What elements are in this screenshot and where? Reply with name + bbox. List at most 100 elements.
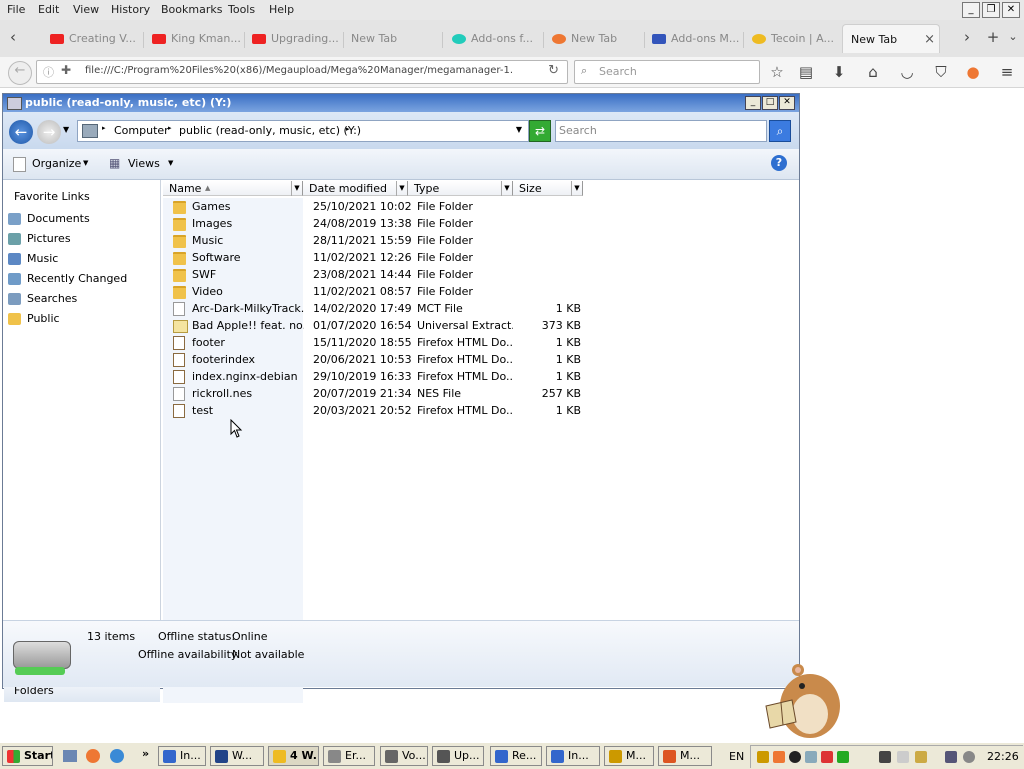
column-size[interactable]: Size ▼ <box>513 181 583 196</box>
tray-app-icon[interactable] <box>837 751 849 763</box>
taskbar-button[interactable]: Up... <box>432 746 484 766</box>
browser-search-box[interactable]: ⌕ Search <box>574 60 760 84</box>
hamburger-menu-icon[interactable]: ≡ <box>998 63 1016 81</box>
refresh-icon[interactable]: ⇄ <box>529 120 551 142</box>
tray-app-icon[interactable] <box>821 751 833 763</box>
back-arrow-icon[interactable]: ← <box>8 61 32 85</box>
taskbar-button[interactable]: Re... <box>490 746 542 766</box>
file-row[interactable]: Video 11/02/2021 08:57 File Folder <box>163 283 583 300</box>
new-tab-icon[interactable]: + <box>984 28 1002 46</box>
tab-tecoin[interactable]: Tecoin | A... <box>752 24 838 53</box>
home-icon[interactable]: ⌂ <box>864 63 882 81</box>
firefox-icon[interactable]: ● <box>964 63 982 81</box>
history-dropdown-icon[interactable]: ▼ <box>63 125 69 134</box>
language-indicator[interactable]: EN <box>729 750 744 763</box>
file-row[interactable]: Arc-Dark-MilkyTrack... 14/02/2020 17:49 MC… <box>163 300 583 317</box>
url-text[interactable]: file:///C:/Program%20Files%20(x86)/Megau… <box>85 65 513 76</box>
tray-app-icon[interactable] <box>897 751 909 763</box>
show-desktop-icon[interactable] <box>63 750 77 762</box>
pocket-icon[interactable]: ◡ <box>898 63 916 81</box>
start-button[interactable]: Start <box>2 746 53 766</box>
chevron-down-icon[interactable]: ▼ <box>501 181 512 196</box>
file-row[interactable]: footer 15/11/2020 18:55 Firefox HTML Do...… <box>163 334 583 351</box>
menu-file[interactable]: File <box>7 3 25 16</box>
bookmarks-list-icon[interactable]: ▤ <box>797 63 815 81</box>
ie-quicklaunch-icon[interactable] <box>110 749 124 763</box>
taskbar-button[interactable]: Er... <box>323 746 375 766</box>
file-row[interactable]: Images 24/08/2019 13:38 File Folder <box>163 215 583 232</box>
restore-button[interactable]: ❐ <box>982 2 1000 18</box>
taskbar-button[interactable]: Vo... <box>380 746 428 766</box>
tray-app-icon[interactable] <box>915 751 927 763</box>
taskbar-button[interactable]: M... <box>604 746 654 766</box>
file-row[interactable]: rickroll.nes 20/07/2019 21:34 NES File 257 … <box>163 385 583 402</box>
quicklaunch-overflow-icon[interactable]: » <box>142 747 149 760</box>
file-row[interactable]: Software 11/02/2021 12:26 File Folder <box>163 249 583 266</box>
taskbar-button[interactable]: In... <box>158 746 206 766</box>
taskbar-button[interactable]: M... <box>658 746 712 766</box>
tab-scroll-right-icon[interactable]: › <box>958 28 976 46</box>
clock[interactable]: 22:26 <box>987 750 1019 763</box>
ublock-icon[interactable]: ⛉ <box>932 63 950 81</box>
reload-icon[interactable]: ↻ <box>548 63 559 78</box>
network-icon[interactable] <box>945 751 957 763</box>
fav-documents[interactable]: Documents <box>8 212 90 225</box>
tray-app-icon[interactable] <box>805 751 817 763</box>
breadcrumb[interactable]: ▸ Computer ▸ public (read-only, music, e… <box>77 120 529 142</box>
search-icon[interactable]: ⌕ <box>769 120 791 142</box>
chevron-down-icon[interactable]: ▼ <box>168 159 173 167</box>
chevron-down-icon[interactable]: ▼ <box>291 181 302 196</box>
column-date-modified[interactable]: Date modified ▼ <box>303 181 408 196</box>
menu-edit[interactable]: Edit <box>38 3 59 16</box>
column-name[interactable]: Name ▲ ▼ <box>163 181 303 196</box>
tab-list-icon[interactable]: ⌄ <box>1004 28 1022 46</box>
explorer-search-input[interactable]: Search <box>555 120 767 142</box>
fav-music[interactable]: Music <box>8 252 58 265</box>
taskbar-button[interactable]: In... <box>546 746 600 766</box>
bookmark-star-icon[interactable]: ☆ <box>768 63 786 81</box>
taskbar-button[interactable]: 4 W... <box>268 746 319 766</box>
volume-icon[interactable] <box>963 751 975 763</box>
tab-king-kman[interactable]: King Kman... <box>152 24 240 53</box>
tab-close-icon[interactable]: × <box>924 32 935 47</box>
fav-public[interactable]: Public <box>8 312 60 325</box>
explorer-maximize-button[interactable]: □ <box>762 96 778 110</box>
help-icon[interactable]: ? <box>771 155 787 171</box>
fav-recently-changed[interactable]: Recently Changed <box>8 272 127 285</box>
tray-app-icon[interactable] <box>879 751 891 763</box>
tab-addons-m[interactable]: Add-ons M... <box>652 24 740 53</box>
download-icon[interactable]: ⬇ <box>830 63 848 81</box>
explorer-back-icon[interactable]: ← <box>9 120 33 144</box>
breadcrumb-computer[interactable]: Computer <box>114 124 169 137</box>
tray-app-icon[interactable] <box>773 751 785 763</box>
column-type[interactable]: Type ▼ <box>408 181 513 196</box>
tab-creating[interactable]: Creating V... <box>50 24 140 53</box>
close-button[interactable]: ✕ <box>1002 2 1020 18</box>
tab-addons-f[interactable]: Add-ons f... <box>452 24 540 53</box>
minimize-button[interactable]: _ <box>962 2 980 18</box>
file-row[interactable]: Music 28/11/2021 15:59 File Folder <box>163 232 583 249</box>
tab-scroll-left-icon[interactable]: ‹ <box>4 28 22 46</box>
info-icon[interactable]: ⓘ <box>43 64 54 80</box>
organize-button[interactable]: Organize <box>32 157 81 170</box>
tray-app-icon[interactable] <box>789 751 801 763</box>
chevron-down-icon[interactable]: ▼ <box>571 181 582 196</box>
firefox-quicklaunch-icon[interactable] <box>86 749 100 763</box>
address-dropdown-icon[interactable]: ▼ <box>516 125 522 134</box>
fav-searches[interactable]: Searches <box>8 292 77 305</box>
file-row[interactable]: test 20/03/2021 20:52 Firefox HTML Do... 1 … <box>163 402 583 419</box>
file-row[interactable]: index.nginx-debian 29/10/2019 16:33 Firefo… <box>163 368 583 385</box>
tab-new-2[interactable]: New Tab <box>552 24 642 53</box>
menu-view[interactable]: View <box>73 3 99 16</box>
file-row[interactable]: Games 25/10/2021 10:02 File Folder <box>163 198 583 215</box>
explorer-minimize-button[interactable]: _ <box>745 96 761 110</box>
chevron-down-icon[interactable]: ▼ <box>396 181 407 196</box>
menu-bookmarks[interactable]: Bookmarks <box>161 3 222 16</box>
menu-history[interactable]: History <box>111 3 150 16</box>
breadcrumb-drive[interactable]: public (read-only, music, etc) (Y:) <box>179 124 361 137</box>
chevron-down-icon[interactable]: ▼ <box>83 159 88 167</box>
explorer-close-button[interactable]: ✕ <box>779 96 795 110</box>
fav-pictures[interactable]: Pictures <box>8 232 71 245</box>
file-row[interactable]: footerindex 20/06/2021 10:53 Firefox HTML … <box>163 351 583 368</box>
taskbar-button[interactable]: W... <box>210 746 264 766</box>
